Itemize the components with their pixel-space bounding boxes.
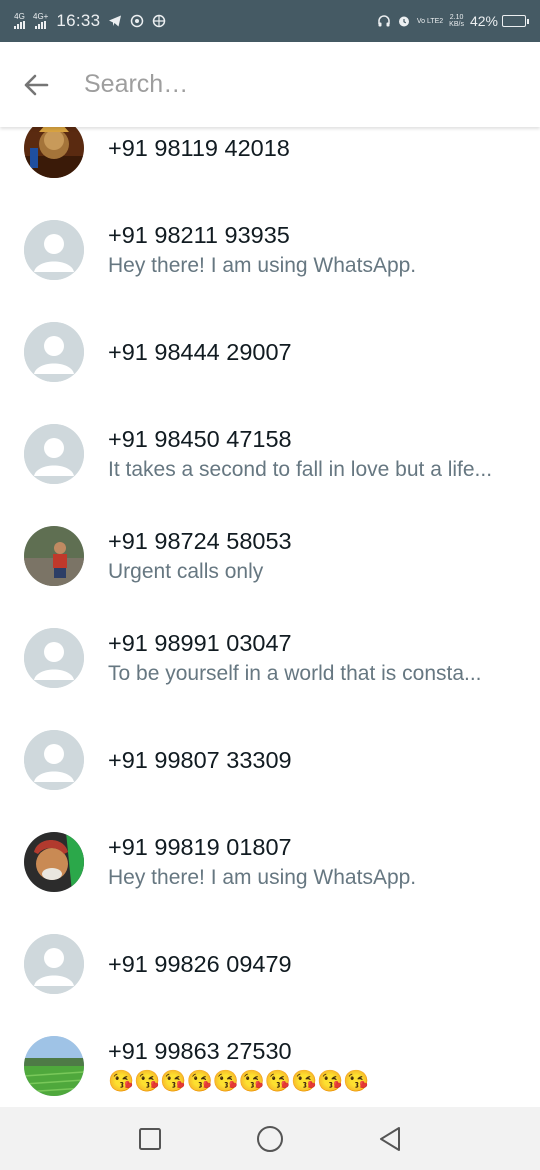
home-button[interactable] <box>245 1114 295 1164</box>
contact-texts: +91 98444 29007 <box>108 337 520 367</box>
network-speed-value: 2.10 <box>449 14 464 21</box>
contact-name: +91 98444 29007 <box>108 339 292 365</box>
contact-texts: +91 98211 93935 Hey there! I am using Wha… <box>108 220 520 280</box>
contact-name: +91 98991 03047 <box>108 630 292 656</box>
contact-row[interactable]: +91 99826 09479 <box>0 913 540 1015</box>
default-avatar-icon[interactable] <box>24 220 84 280</box>
contact-row[interactable]: +91 98724 58053 Urgent calls only <box>0 505 540 607</box>
contact-name: +91 98119 42018 <box>108 135 290 161</box>
default-avatar-icon[interactable] <box>24 934 84 994</box>
back-arrow-icon <box>24 74 49 95</box>
contact-texts: +91 98450 47158 It takes a second to fall… <box>108 424 520 484</box>
network-speed-unit: KB/s <box>449 21 464 28</box>
battery-icon <box>502 15 529 27</box>
default-avatar-icon[interactable] <box>24 322 84 382</box>
contact-texts: +91 98991 03047 To be yourself in a world… <box>108 628 520 688</box>
contact-avatar[interactable] <box>24 1036 84 1096</box>
headphones-icon <box>377 14 391 28</box>
contact-row[interactable]: +91 98119 42018 <box>0 127 540 199</box>
default-avatar-icon[interactable] <box>24 730 84 790</box>
status-bar: 4G 4G+ 16:33 Vo LTE2 2.10 KB/s 42% <box>0 0 540 42</box>
contact-texts: +91 99863 27530 😘😘😘😘😘😘😘😘😘😘 <box>108 1036 520 1096</box>
circle-icon <box>257 1125 283 1152</box>
default-avatar-icon[interactable] <box>24 628 84 688</box>
contact-row[interactable]: +91 98444 29007 <box>0 301 540 403</box>
contact-name: +91 98211 93935 <box>108 222 290 248</box>
contact-row[interactable]: +91 98450 47158 It takes a second to fall… <box>0 403 540 505</box>
contact-about: Urgent calls only <box>108 560 264 583</box>
signal-sim1-icon: 4G <box>14 13 25 29</box>
signal-sim2-icon: 4G+ <box>33 13 48 29</box>
network-type-2: 4G+ <box>33 12 49 21</box>
network-type-1: 4G <box>14 12 25 21</box>
triangle-back-icon <box>380 1126 400 1151</box>
search-bar <box>0 42 540 127</box>
contact-row[interactable]: +91 98211 93935 Hey there! I am using Wha… <box>0 199 540 301</box>
clock: 16:33 <box>56 11 101 30</box>
browser-icon <box>152 14 166 28</box>
contact-texts: +91 98119 42018 <box>108 133 520 163</box>
contact-name: +91 98724 58053 <box>108 528 292 554</box>
contact-about: Hey there! I am using WhatsApp. <box>108 254 417 277</box>
whatsapp-icon <box>130 14 144 28</box>
default-avatar-icon[interactable] <box>24 424 84 484</box>
contact-about: Hey there! I am using WhatsApp. <box>108 866 417 889</box>
contact-about: It takes a second to fall in love but a … <box>108 458 493 481</box>
contact-row[interactable]: +91 99807 33309 <box>0 709 540 811</box>
navigation-bar <box>0 1107 540 1170</box>
network-speed: 2.10 KB/s <box>449 14 464 28</box>
contact-avatar[interactable] <box>24 832 84 892</box>
alarm-icon <box>397 14 411 28</box>
volte-indicator: Vo LTE2 <box>416 17 444 25</box>
contact-avatar[interactable] <box>24 127 84 178</box>
contact-row[interactable]: +91 98991 03047 To be yourself in a world… <box>0 607 540 709</box>
telegram-icon <box>108 14 122 28</box>
contact-name: +91 98450 47158 <box>108 426 292 452</box>
contact-name: +91 99863 27530 <box>108 1038 292 1064</box>
contact-texts: +91 99819 01807 Hey there! I am using Wha… <box>108 832 520 892</box>
battery-percent: 42% <box>469 13 498 29</box>
contact-avatar[interactable] <box>24 526 84 586</box>
contact-texts: +91 99807 33309 <box>108 745 520 775</box>
recents-button[interactable] <box>125 1114 175 1164</box>
contact-texts: +91 98724 58053 Urgent calls only <box>108 526 520 586</box>
contact-row[interactable]: +91 99819 01807 Hey there! I am using Wha… <box>0 811 540 913</box>
contact-about: 😘😘😘😘😘😘😘😘😘😘 <box>108 1070 370 1093</box>
search-input[interactable] <box>84 70 504 99</box>
nav-back-button[interactable] <box>365 1114 415 1164</box>
contact-name: +91 99807 33309 <box>108 747 292 773</box>
contact-about: To be yourself in a world that is consta… <box>108 662 482 685</box>
contact-name: +91 99819 01807 <box>108 834 292 860</box>
contact-row[interactable]: +91 99863 27530 😘😘😘😘😘😘😘😘😘😘 <box>0 1015 540 1107</box>
contact-name: +91 99826 09479 <box>108 951 292 977</box>
square-icon <box>139 1127 161 1150</box>
contact-texts: +91 99826 09479 <box>108 949 520 979</box>
contact-list[interactable]: +91 98119 42018 +91 98211 93935 Hey there!… <box>0 127 540 1107</box>
back-button[interactable] <box>0 42 72 127</box>
battery-indicator: 42% <box>469 13 529 29</box>
